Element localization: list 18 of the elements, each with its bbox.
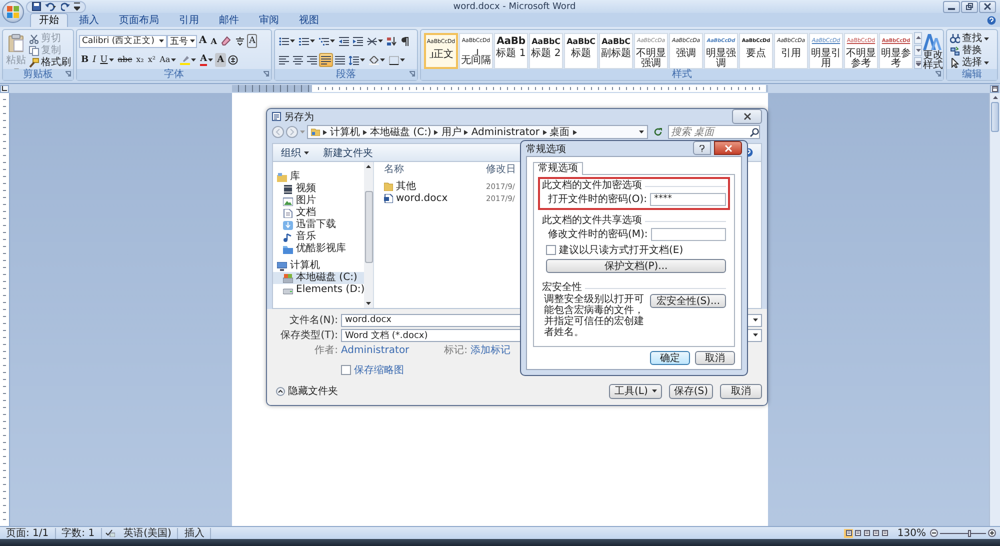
section-heading: 此文档的文件加密选项	[542, 180, 642, 192]
section-heading: 此文档的文件共享选项	[542, 215, 642, 227]
dialog-title: 常规选项	[526, 142, 566, 156]
group-label: 字体	[164, 69, 184, 80]
field-label: 保存类型(T):	[280, 328, 339, 342]
group-label: 剪贴板	[23, 69, 53, 80]
field-label: 打开文件时的密码(O):	[548, 192, 648, 206]
field-label: 文件名(N):	[288, 314, 339, 327]
field-label: 修改文件时的密码(M):	[548, 228, 648, 241]
group-label: 段落	[336, 69, 356, 80]
group-label: 样式	[672, 69, 692, 80]
group-label: 编辑	[962, 69, 982, 80]
dialog-title: 另存为	[284, 110, 314, 124]
window-title: word.docx - Microsoft Word	[452, 2, 577, 12]
section-heading: 宏安全性	[542, 282, 582, 294]
field-label: 作者:	[314, 344, 339, 357]
description-text: 调整安全级别以打开可能包含宏病毒的文件，并指定可信任的宏创建者姓名。	[544, 294, 645, 338]
field-label: 标记:	[444, 344, 469, 357]
